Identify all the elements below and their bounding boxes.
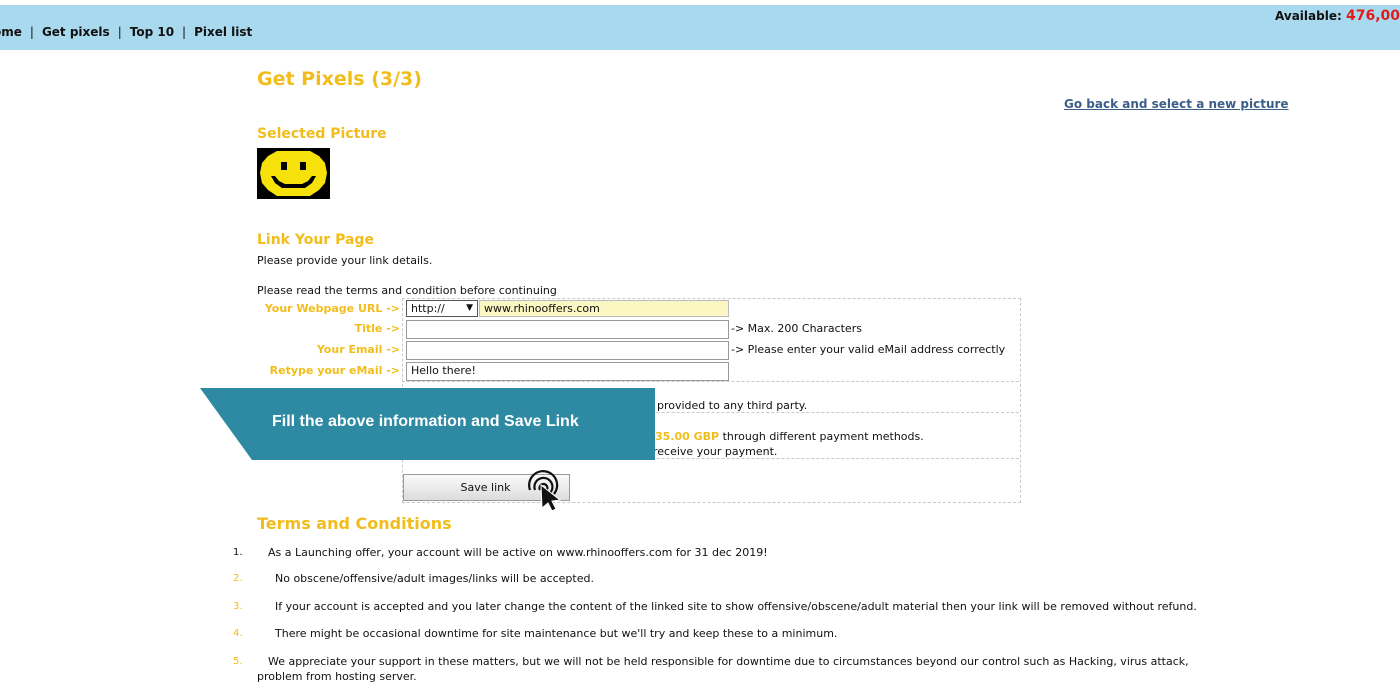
- click-cursor-icon: [528, 470, 562, 512]
- price-note-text: through different payment methods.: [722, 430, 924, 443]
- url-input[interactable]: www.rhinooffers.com: [479, 300, 729, 317]
- email-hint: -> Please enter your valid eMail address…: [731, 343, 1006, 356]
- nav-menu: ome|Get pixels|Top 10|Pixel list: [0, 25, 252, 39]
- link-intro-text: Please provide your link details.: [257, 254, 433, 267]
- protocol-selected-value: http://: [411, 302, 445, 315]
- page-title: Get Pixels (3/3): [257, 68, 422, 90]
- protocol-select[interactable]: http:// ▼: [406, 300, 478, 317]
- nav-pixel-list-link[interactable]: Pixel list: [194, 25, 252, 39]
- available-pixels: Available: 476,00: [1275, 8, 1400, 24]
- term-number: 4.: [233, 628, 243, 639]
- go-back-link[interactable]: Go back and select a new picture: [1064, 97, 1289, 111]
- chevron-down-icon: ▼: [466, 303, 473, 313]
- top-nav-bar: ome|Get pixels|Top 10|Pixel list Availab…: [0, 5, 1400, 50]
- available-label: Available:: [1275, 9, 1342, 23]
- form-divider: [402, 381, 1019, 382]
- term-number: 2.: [233, 573, 243, 584]
- price-note: 35.00 GBP through different payment meth…: [655, 430, 924, 443]
- privacy-note: provided to any third party.: [657, 399, 808, 412]
- email-label: Your Email ->: [316, 343, 400, 356]
- price-value: 35.00 GBP: [655, 430, 720, 443]
- url-label: Your Webpage URL ->: [264, 302, 400, 315]
- term-text: No obscene/offensive/adult images/links …: [275, 572, 594, 585]
- term-text-continued: problem from hosting server.: [257, 670, 417, 683]
- retype-email-input[interactable]: Hello there!: [406, 362, 729, 381]
- term-text: As a Launching offer, your account will …: [268, 546, 768, 559]
- callout-text: Fill the above information and Save Link: [272, 413, 579, 430]
- terms-notice-text: Please read the terms and condition befo…: [257, 284, 557, 297]
- terms-heading: Terms and Conditions: [257, 514, 452, 533]
- nav-get-pixels-link[interactable]: Get pixels: [42, 25, 110, 39]
- retype-email-label: Retype your eMail ->: [269, 364, 400, 377]
- title-input[interactable]: [406, 320, 729, 339]
- term-text: There might be occasional downtime for s…: [275, 627, 838, 640]
- smiley-icon: [257, 148, 330, 199]
- term-number: 5.: [233, 656, 243, 667]
- term-number: 3.: [233, 601, 243, 612]
- link-your-page-heading: Link Your Page: [257, 232, 374, 248]
- term-number: 1.: [233, 547, 243, 558]
- selected-picture-image: [257, 148, 330, 199]
- term-text: If your account is accepted and you late…: [275, 600, 1197, 613]
- selected-picture-heading: Selected Picture: [257, 126, 387, 142]
- payment-note: receive your payment.: [653, 445, 778, 458]
- title-hint: -> Max. 200 Characters: [731, 322, 862, 335]
- title-label: Title ->: [354, 322, 400, 335]
- email-input[interactable]: [406, 341, 729, 360]
- nav-top10-link[interactable]: Top 10: [130, 25, 174, 39]
- available-value: 476,00: [1345, 8, 1400, 24]
- nav-home-link[interactable]: ome: [0, 25, 22, 39]
- term-text: We appreciate your support in these matt…: [268, 655, 1189, 668]
